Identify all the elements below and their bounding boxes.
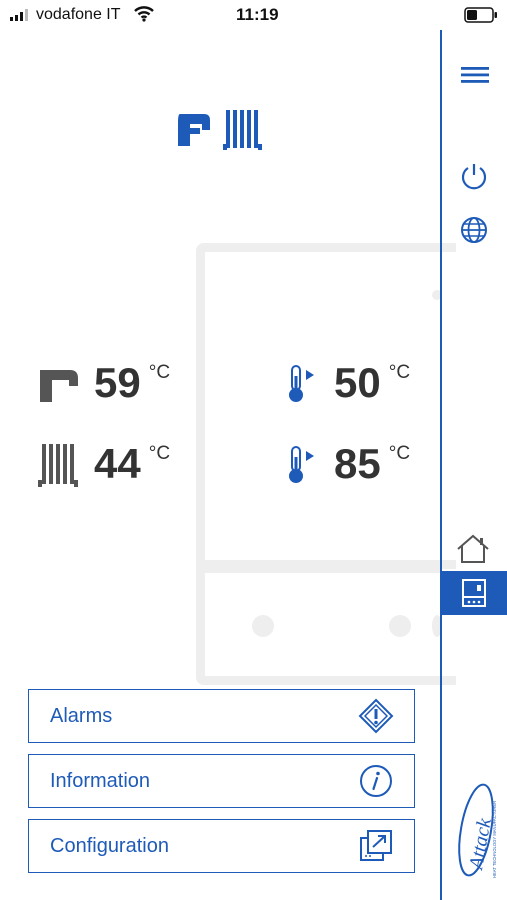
status-bar: vodafone IT 11:19 [0, 0, 507, 30]
external-config-icon [358, 828, 394, 864]
setpoint-2-value: 85 [334, 440, 381, 487]
battery-icon [464, 7, 497, 23]
radiator-icon [38, 444, 78, 487]
alarms-button[interactable]: Alarms [28, 689, 415, 743]
configuration-button[interactable]: Configuration [28, 819, 415, 873]
alarm-diamond-icon [358, 698, 394, 734]
thermometer-icon [289, 446, 314, 483]
setpoint-1-temperature: 50 °C [334, 362, 410, 404]
information-button[interactable]: Information [28, 754, 415, 808]
thermometer-icon [289, 365, 314, 402]
tap-icon [40, 370, 78, 402]
alarms-label: Alarms [50, 704, 113, 727]
svg-text:HEAT TECHNOLOGY MANUFACTURER: HEAT TECHNOLOGY MANUFACTURER [492, 801, 497, 878]
heating-temperature: 44 °C [94, 443, 170, 485]
boiler-panel [196, 568, 456, 685]
power-icon[interactable] [460, 162, 488, 190]
setpoint-1-unit: °C [388, 362, 411, 383]
setpoint-1-value: 50 [334, 359, 381, 406]
information-label: Information [50, 769, 151, 792]
globe-icon[interactable] [460, 216, 488, 244]
boiler-tab[interactable] [440, 571, 507, 615]
boiler-knob [389, 615, 411, 637]
configuration-label: Configuration [50, 834, 169, 857]
heating-temperature-value: 44 [94, 440, 141, 487]
dhw-temperature-value: 59 [94, 359, 141, 406]
dhw-temperature-unit: °C [148, 362, 171, 383]
setpoint-2-temperature: 85 °C [334, 443, 410, 485]
tap-radiator-icon [178, 110, 262, 150]
home-icon[interactable] [456, 534, 490, 564]
boiler-knob [252, 615, 274, 637]
dhw-temperature: 59 °C [94, 362, 170, 404]
clock: 11:19 [236, 5, 279, 24]
info-icon [358, 763, 394, 799]
signal-icon [10, 9, 28, 21]
boiler-icon [461, 579, 486, 607]
heating-temperature-unit: °C [148, 443, 171, 464]
attack-logo: Attack HEAT TECHNOLOGY MANUFACTURER [458, 783, 497, 878]
setpoint-2-unit: °C [388, 443, 411, 464]
sidebar-divider [440, 30, 442, 900]
menu-icon[interactable] [460, 64, 490, 86]
carrier-name: vodafone IT [36, 6, 121, 23]
wifi-icon [134, 6, 154, 22]
boiler-outline [196, 243, 456, 569]
